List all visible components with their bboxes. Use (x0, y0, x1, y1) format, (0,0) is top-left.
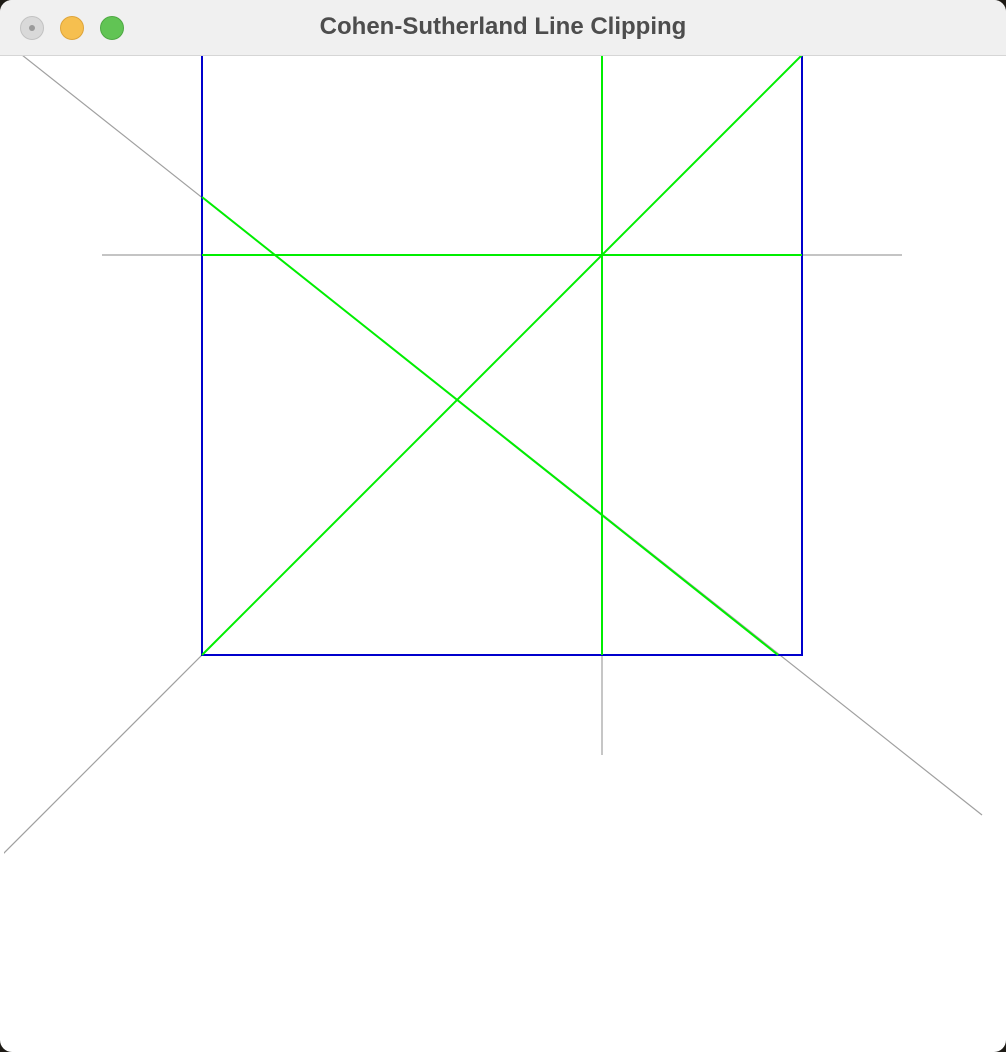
original-line-diagonal-up (4, 56, 802, 854)
title-bar[interactable]: Cohen-Sutherland Line Clipping (0, 0, 1006, 56)
window-title: Cohen-Sutherland Line Clipping (319, 13, 687, 40)
clipped-line-diagonal-up (201, 56, 803, 656)
app-window: Cohen-Sutherland Line Clipping (0, 0, 1006, 1052)
drawing-canvas (4, 56, 983, 854)
clipped-line-diagonal-down (201, 196, 779, 656)
